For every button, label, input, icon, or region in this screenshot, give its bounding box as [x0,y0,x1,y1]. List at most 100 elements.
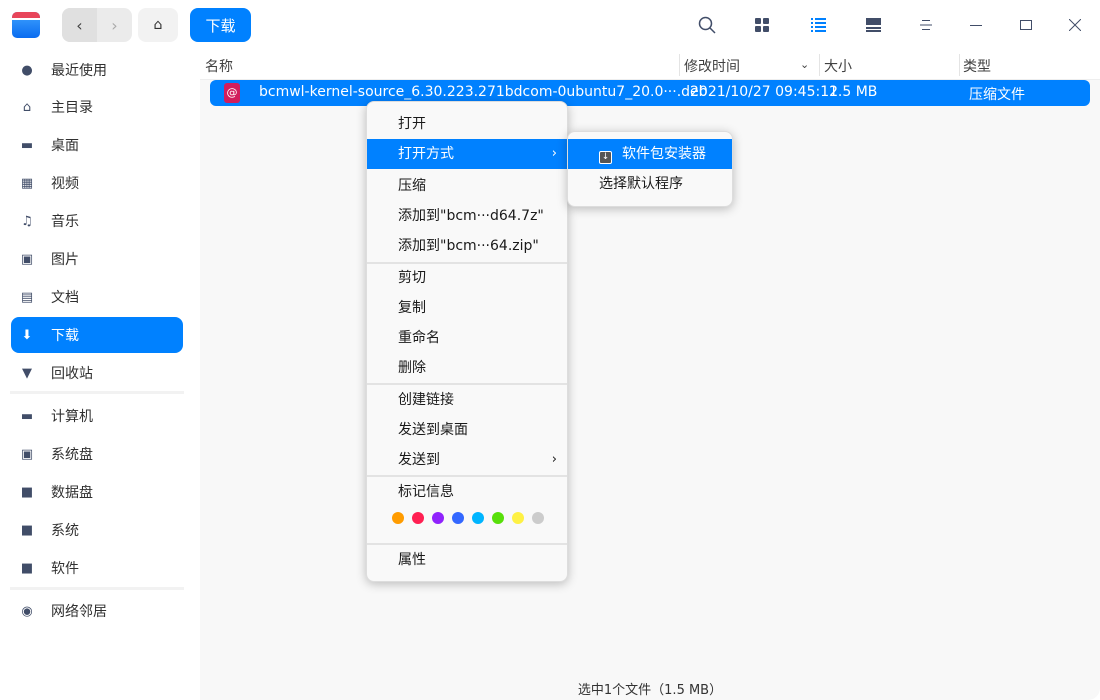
minimize-button[interactable] [963,12,989,38]
clock-icon: ● [21,62,33,78]
home-icon: ⌂ [153,17,163,33]
sidebar-divider [10,587,184,590]
search-button[interactable] [694,12,720,38]
minimize-icon [970,25,982,26]
breadcrumb-download[interactable]: 下载 [190,8,251,42]
sidebar-item-pictures[interactable]: ▣ 图片 [11,241,183,277]
close-icon [1069,19,1081,31]
tag-color-cyan[interactable] [472,512,484,524]
titlebar: ‹ › ⌂ 下载 [0,0,1100,50]
column-divider[interactable] [679,54,680,76]
column-type[interactable]: 类型 [963,56,991,76]
column-name[interactable]: 名称 [205,56,233,76]
home-icon: ⌂ [22,99,32,115]
maximize-icon [1020,20,1032,30]
sidebar-item-label: 网络邻居 [51,604,107,620]
sidebar-item-label: 回收站 [51,366,93,382]
menu-item-delete[interactable]: 删除 [367,353,567,383]
menu-item-send-to[interactable]: 发送到 › [367,445,567,475]
desktop-icon: ▬ [20,137,34,153]
sidebar-item-home[interactable]: ⌂ 主目录 [11,89,183,125]
menu-item-tag-info[interactable]: 标记信息 [367,477,567,507]
column-header: 名称 修改时间 ⌄ 大小 类型 [200,50,1100,80]
menu-item-label: 软件包安装器 [622,146,706,162]
package-installer-icon: ↓ [599,151,612,164]
file-modified: 2021/10/27 09:45:12 [690,84,839,100]
sidebar-item-software[interactable]: ■ 软件 [11,550,183,586]
tag-color-green[interactable] [492,512,504,524]
tag-color-yellow[interactable] [512,512,524,524]
sidebar-item-music[interactable]: ♫ 音乐 [11,203,183,239]
file-type: 压缩文件 [969,87,1025,103]
detail-view-icon [865,18,881,32]
file-row[interactable]: @ bcmwl-kernel-source_6.30.223.271bdcom-… [210,80,1090,106]
sidebar-item-system-disk[interactable]: ▣ 系统盘 [11,436,183,472]
sidebar-item-videos[interactable]: ▦ 视频 [11,165,183,201]
back-button[interactable]: ‹ [62,8,97,42]
tag-color-orange[interactable] [392,512,404,524]
list-view-button[interactable] [805,12,831,38]
sidebar-item-label: 文档 [51,290,79,306]
sidebar-item-system[interactable]: ■ 系统 [11,512,183,548]
menu-item-rename[interactable]: 重命名 [367,323,567,353]
sidebar-item-recent[interactable]: ● 最近使用 [11,52,183,88]
sidebar-item-documents[interactable]: ▤ 文档 [11,279,183,315]
menu-item-send-to-desktop[interactable]: 发送到桌面 [367,415,567,445]
column-modified[interactable]: 修改时间 [684,56,740,76]
sidebar-item-downloads[interactable]: ⬇ 下载 [11,317,183,353]
home-button[interactable]: ⌂ [138,8,178,42]
maximize-button[interactable] [1013,12,1039,38]
computer-icon: ▬ [20,408,34,424]
menu-item-create-link[interactable]: 创建链接 [367,385,567,415]
column-divider[interactable] [819,54,820,76]
file-name: bcmwl-kernel-source_6.30.223.271bdcom-0u… [259,84,708,100]
sidebar-item-label: 最近使用 [51,63,107,79]
sidebar-item-label: 视频 [51,176,79,192]
close-button[interactable] [1062,12,1088,38]
sidebar-item-desktop[interactable]: ▬ 桌面 [11,127,183,163]
submenu-item-package-installer[interactable]: ↓ 软件包安装器 [568,139,732,169]
network-icon: ◉ [21,603,33,619]
forward-button[interactable]: › [97,8,132,42]
grid-icon [755,18,769,32]
sidebar-item-network[interactable]: ◉ 网络邻居 [11,593,183,629]
chevron-right-icon: › [551,452,557,467]
search-icon [698,16,716,34]
menu-item-open-with[interactable]: 打开方式 › [367,139,567,169]
tag-color-blue[interactable] [452,512,464,524]
column-divider[interactable] [959,54,960,76]
sidebar-item-computer[interactable]: ▬ 计算机 [11,398,183,434]
system-disk-icon: ▣ [20,446,34,462]
menu-item-add-zip[interactable]: 添加到"bcm···64.zip" [367,231,567,261]
menu-item-compress[interactable]: 压缩 [367,171,567,201]
menu-item-open[interactable]: 打开 [367,109,567,139]
tag-color-picker [392,512,544,524]
file-manager-window: ‹ › ⌂ 下载 ● 最近使用 ⌂ 主目录 ▬ 桌面 ▦ 视频 ♫ 音乐 ▣ 图片 ▤ 文档 … [0,0,1100,700]
list-icon [810,18,826,32]
tag-color-red[interactable] [412,512,424,524]
sidebar-item-label: 系统 [51,523,79,539]
menu-item-add-7z[interactable]: 添加到"bcm···d64.7z" [367,201,567,231]
sidebar-item-label: 计算机 [51,409,93,425]
menu-item-cut[interactable]: 剪切 [367,263,567,293]
detail-view-button[interactable] [860,12,886,38]
sidebar-item-label: 主目录 [51,100,93,116]
sidebar-item-data-disk[interactable]: ■ 数据盘 [11,474,183,510]
download-icon: ⬇ [21,327,33,343]
menu-button[interactable] [913,12,939,38]
menu-item-label: 打开方式 [398,146,454,162]
sidebar-item-trash[interactable]: ▼ 回收站 [11,355,183,391]
menu-item-properties[interactable]: 属性 [367,545,567,575]
icon-view-button[interactable] [749,12,775,38]
menu-item-copy[interactable]: 复制 [367,293,567,323]
column-size[interactable]: 大小 [824,56,852,76]
trash-icon: ▼ [22,365,32,381]
video-icon: ▦ [20,175,34,191]
submenu-item-choose-default[interactable]: 选择默认程序 [568,169,732,199]
tag-color-purple[interactable] [432,512,444,524]
file-size: 1.5 MB [829,84,878,100]
context-menu: 打开 打开方式 › 压缩 添加到"bcm···d64.7z" 添加到"bcm···… [366,101,568,582]
disk-icon: ■ [20,560,34,576]
tag-color-gray[interactable] [532,512,544,524]
sort-chevron-down-icon[interactable]: ⌄ [800,58,809,71]
